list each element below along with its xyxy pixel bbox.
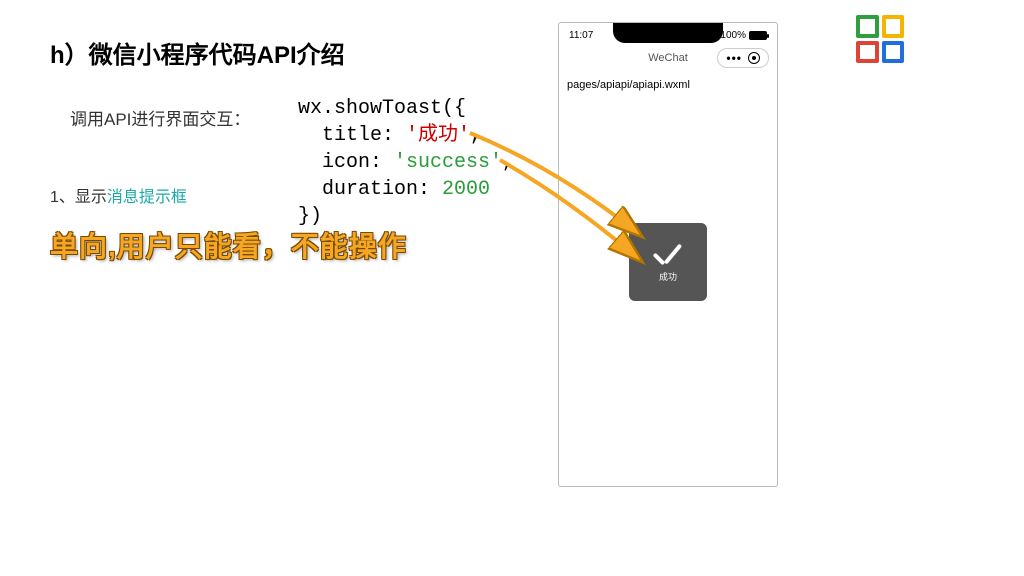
close-icon	[748, 52, 760, 64]
phone-notch	[613, 23, 723, 43]
list-item-1: 1、显示消息提示框	[50, 183, 187, 207]
menu-icon: •••	[726, 52, 742, 64]
status-battery: 100%	[720, 30, 767, 41]
list-item-highlight: 消息提示框	[107, 189, 187, 206]
toast-label: 成功	[659, 270, 677, 283]
nav-bar: WeChat •••	[559, 43, 777, 73]
code-string: '成功'	[406, 124, 470, 147]
code-line: wx.showToast({	[298, 97, 466, 120]
code-sample: wx.showToast({ title: '成功', icon: 'succe…	[298, 95, 514, 230]
slide-title: h）微信小程序代码API介绍	[50, 35, 345, 70]
logo-square-blue	[882, 41, 905, 64]
logo-square-green	[856, 15, 879, 38]
code-line: duration:	[298, 178, 442, 201]
list-item-prefix: 1、显示	[50, 189, 107, 206]
logo-square-yellow	[882, 15, 905, 38]
code-line: icon:	[298, 151, 394, 174]
page-path: pages/apiapi/apiapi.wxml	[559, 73, 777, 93]
brand-logo	[856, 15, 904, 63]
callout-text: 单向,用户只能看，不能操作	[50, 225, 407, 265]
code-line: title:	[298, 124, 406, 147]
status-time: 11:07	[569, 30, 593, 41]
capsule-button[interactable]: •••	[717, 48, 769, 68]
code-string: 'success'	[394, 151, 502, 174]
logo-square-red	[856, 41, 879, 64]
toast-box: 成功	[629, 223, 707, 301]
slide-subtitle: 调用API进行界面交互：	[70, 105, 250, 130]
battery-icon	[749, 31, 767, 40]
phone-mockup: 11:07 100% WeChat ••• pages/apiapi/apiap…	[558, 22, 778, 487]
check-icon	[651, 242, 685, 266]
annotation-arrows	[0, 0, 1024, 576]
code-number: 2000	[442, 178, 490, 201]
